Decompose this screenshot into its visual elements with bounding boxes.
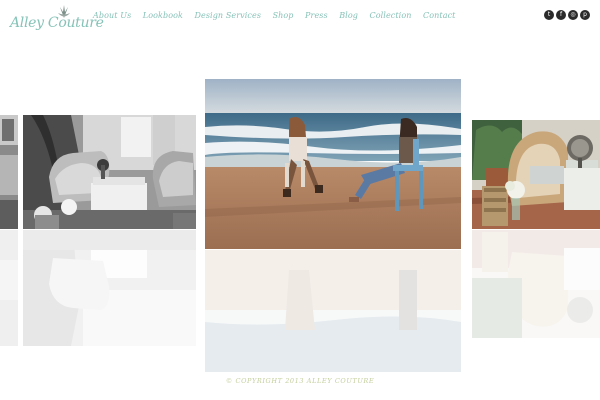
site-header: Alley Couture About Us Lookbook Design S… [0, 0, 600, 40]
instagram-icon[interactable]: ◎ [568, 10, 578, 20]
beach-chairs-photo [205, 79, 461, 249]
nav-shop[interactable]: Shop [273, 11, 294, 20]
nav-blog[interactable]: Blog [339, 11, 358, 20]
brand-logo[interactable]: Alley Couture [10, 4, 104, 38]
pinterest-icon[interactable]: p [580, 10, 590, 20]
wicker-patio-photo [472, 120, 600, 229]
gallery-reflection-vintage-lounge [23, 230, 196, 346]
nav-press[interactable]: Press [305, 11, 328, 20]
nav-about-us[interactable]: About Us [93, 11, 131, 20]
nav-design-services[interactable]: Design Services [194, 11, 261, 20]
facebook-icon[interactable]: f [556, 10, 566, 20]
gallery-slide-beach-chairs[interactable] [205, 79, 461, 249]
gallery-slide-vintage-lounge[interactable] [23, 115, 196, 229]
nav-contact[interactable]: Contact [423, 11, 455, 20]
social-links: t f ◎ p [544, 10, 590, 20]
gallery-reflection-wicker-patio [472, 230, 600, 338]
nav-lookbook[interactable]: Lookbook [143, 11, 183, 20]
vintage-lounge-photo [23, 115, 196, 229]
gallery-slide-wicker-patio[interactable] [472, 120, 600, 229]
gallery-reflection-edge-left [0, 230, 18, 346]
gallery-slide-edge-left[interactable] [0, 115, 18, 229]
main-nav: About Us Lookbook Design Services Shop P… [93, 11, 467, 20]
footer-copyright: © Copyright 2013 Alley Couture [225, 377, 375, 385]
gallery-reflection-beach-chairs [205, 250, 461, 372]
brand-name: Alley Couture [10, 15, 104, 31]
nav-collection[interactable]: Collection [369, 11, 411, 20]
twitter-icon[interactable]: t [544, 10, 554, 20]
